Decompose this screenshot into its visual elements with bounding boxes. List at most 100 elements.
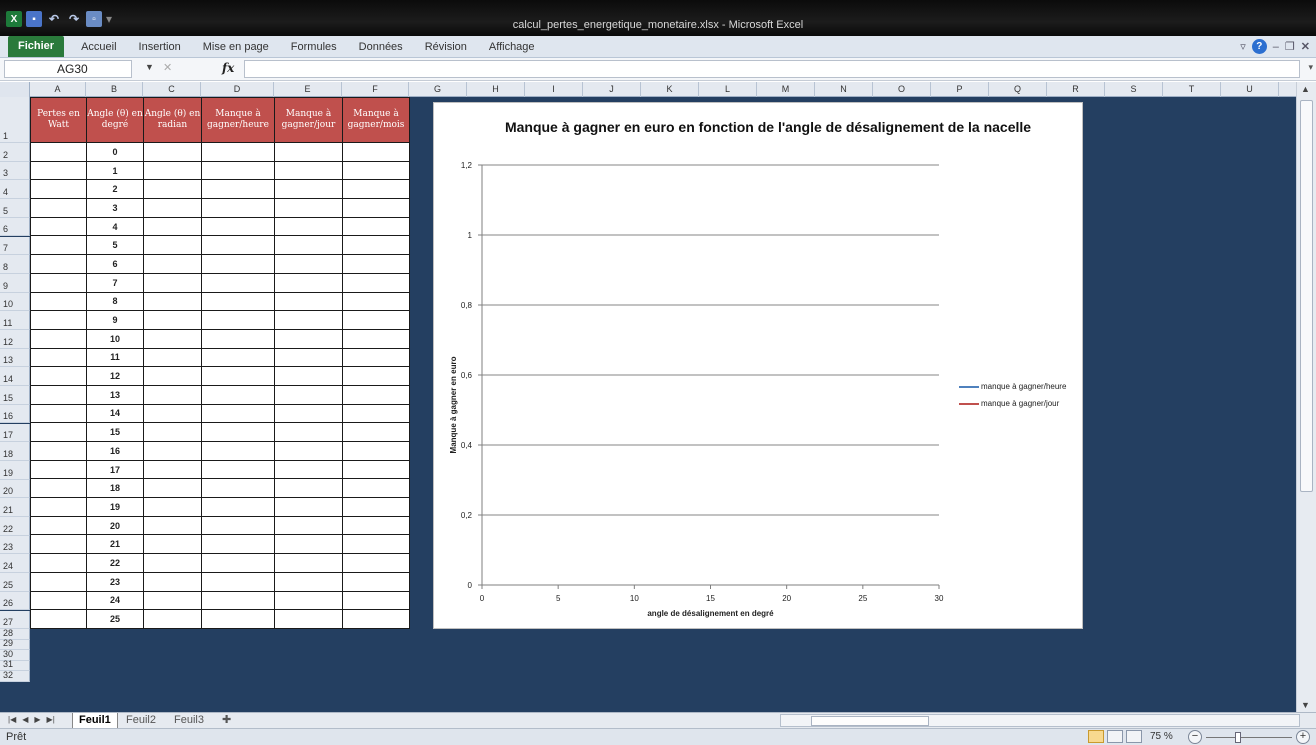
column-header[interactable]: E [274,82,342,97]
sheet-tab-feuil1[interactable]: Feuil1 [72,713,118,728]
cell[interactable] [30,553,87,573]
cell[interactable] [201,478,275,499]
row-header[interactable]: 18 [0,442,30,461]
cell[interactable] [342,198,410,218]
cell[interactable] [30,478,87,499]
horizontal-scroll-thumb[interactable] [811,716,929,726]
page-break-view-icon[interactable] [1126,730,1142,743]
cell[interactable] [201,403,275,424]
zoom-level[interactable]: 75 % [1150,731,1173,742]
cell[interactable] [30,441,87,461]
zoom-out-icon[interactable]: − [1188,730,1202,744]
cell[interactable] [30,497,87,517]
tab-mise-en-page[interactable]: Mise en page [192,36,280,58]
cell[interactable] [274,403,343,424]
cell[interactable] [201,553,275,573]
column-header[interactable]: P [931,82,989,97]
angle-cell[interactable]: 3 [86,198,144,218]
row-header[interactable]: 25 [0,573,30,592]
cell[interactable] [274,216,343,237]
column-header-cell[interactable]: Angle (θ) en degré [86,97,144,143]
last-sheet-icon[interactable]: ▶| [47,715,55,724]
tab-affichage[interactable]: Affichage [478,36,546,58]
cell[interactable] [143,366,202,386]
cell[interactable] [30,198,87,218]
cell[interactable] [274,534,343,555]
cell[interactable] [274,310,343,330]
angle-cell[interactable]: 20 [86,515,144,536]
cell[interactable] [274,179,343,200]
cell[interactable] [342,272,410,293]
cell[interactable] [342,497,410,517]
column-header[interactable]: N [815,82,873,97]
angle-cell[interactable]: 13 [86,384,144,405]
angle-cell[interactable]: 6 [86,254,144,274]
column-header-cell[interactable]: Manque à gagner/mois [342,97,410,143]
cell[interactable] [274,142,343,162]
ribbon-collapse-icon[interactable]: ▿ [1240,40,1246,53]
cell[interactable] [342,235,410,256]
expand-formula-icon[interactable]: ▾ [1308,62,1313,73]
row-header[interactable]: 8 [0,255,30,274]
cell[interactable] [201,497,275,517]
sheet-tab-feuil2[interactable]: Feuil2 [120,713,162,728]
cell[interactable] [30,515,87,536]
cell[interactable] [30,534,87,555]
cell[interactable] [143,347,202,368]
cell[interactable] [201,291,275,312]
scroll-down-icon[interactable]: ▼ [1301,700,1310,710]
cell[interactable] [201,515,275,536]
cell[interactable] [30,422,87,442]
angle-cell[interactable]: 25 [86,609,144,629]
column-header[interactable]: I [525,82,583,97]
column-header[interactable]: L [699,82,757,97]
cell[interactable] [274,160,343,181]
cell[interactable] [143,441,202,461]
cell[interactable] [30,590,87,611]
cell[interactable] [30,216,87,237]
cell[interactable] [342,478,410,499]
column-header[interactable]: Q [989,82,1047,97]
vertical-scroll-thumb[interactable] [1300,100,1313,492]
cancel-icon[interactable]: ✕ [163,61,172,74]
row-header[interactable]: 19 [0,460,30,480]
cell[interactable] [342,441,410,461]
tab-formules[interactable]: Formules [280,36,348,58]
cell[interactable] [342,216,410,237]
row-header[interactable]: 9 [0,273,30,293]
cell[interactable] [274,478,343,499]
row-header[interactable]: 26 [0,591,30,611]
cell[interactable] [201,384,275,405]
column-header[interactable]: D [201,82,274,97]
row-header[interactable]: 1 [0,97,30,143]
column-header[interactable]: R [1047,82,1105,97]
column-header[interactable]: U [1221,82,1279,97]
angle-cell[interactable]: 11 [86,347,144,368]
cell[interactable] [143,609,202,629]
cell[interactable] [274,553,343,573]
angle-cell[interactable]: 15 [86,422,144,442]
cell[interactable] [342,291,410,312]
column-header-cell[interactable]: Manque à gagner/heure [201,97,275,143]
cell[interactable] [30,609,87,629]
angle-cell[interactable]: 22 [86,553,144,573]
cell[interactable] [201,160,275,181]
angle-cell[interactable]: 7 [86,272,144,293]
angle-cell[interactable]: 9 [86,310,144,330]
row-header[interactable]: 15 [0,386,30,405]
cell[interactable] [201,142,275,162]
row-header[interactable]: 27 [0,610,30,630]
cell[interactable] [143,459,202,480]
row-header[interactable]: 32 [0,670,30,682]
cell[interactable] [342,590,410,611]
cell[interactable] [342,422,410,442]
cell[interactable] [201,590,275,611]
angle-cell[interactable]: 23 [86,571,144,592]
cell[interactable] [143,254,202,274]
cell[interactable] [201,310,275,330]
column-header[interactable]: H [467,82,525,97]
row-header[interactable]: 3 [0,161,30,181]
angle-cell[interactable]: 5 [86,235,144,256]
cell[interactable] [274,254,343,274]
row-header[interactable]: 17 [0,423,30,443]
